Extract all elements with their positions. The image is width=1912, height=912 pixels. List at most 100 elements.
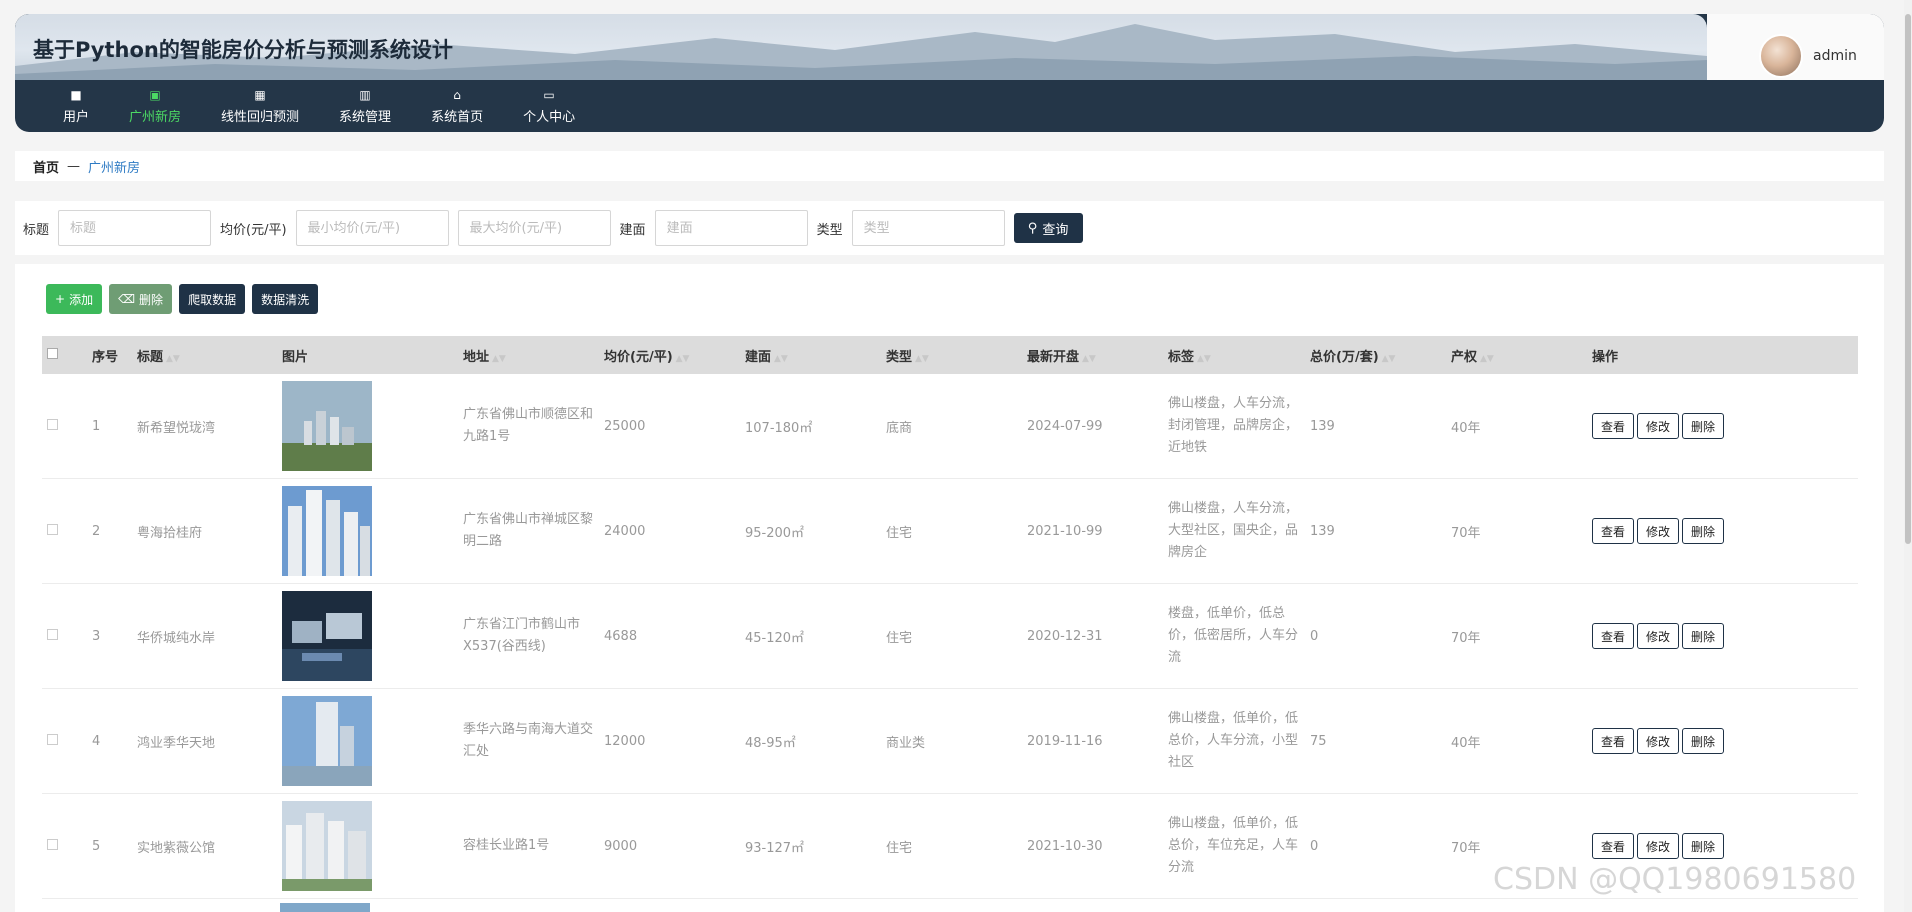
add-button[interactable]: + 添加 bbox=[46, 284, 103, 314]
row-checkbox[interactable] bbox=[47, 523, 58, 535]
sort-icon[interactable]: ▲▼ bbox=[1382, 354, 1396, 364]
sort-icon[interactable]: ▲▼ bbox=[774, 354, 788, 364]
col-header-area[interactable]: 建面 ▲▼ bbox=[745, 346, 886, 365]
col-header-type[interactable]: 类型 ▲▼ bbox=[886, 346, 1027, 365]
sort-icon[interactable]: ▲▼ bbox=[676, 354, 690, 364]
sort-icon[interactable]: ▲▼ bbox=[1197, 354, 1211, 364]
sort-icon[interactable]: ▲▼ bbox=[1082, 354, 1096, 364]
add-button-label: 添加 bbox=[69, 292, 94, 307]
edit-button[interactable]: 修改 bbox=[1637, 518, 1680, 544]
sort-icon[interactable]: ▲▼ bbox=[492, 354, 506, 364]
action-toolbar: + 添加 ⌫ 删除 爬取数据 数据清洗 bbox=[46, 284, 319, 314]
row-price: 9000 bbox=[604, 838, 638, 854]
house-photo[interactable] bbox=[282, 801, 372, 891]
row-total: 139 bbox=[1310, 523, 1335, 539]
col-header-address[interactable]: 地址 ▲▼ bbox=[463, 346, 604, 365]
username[interactable]: admin bbox=[1813, 48, 1857, 64]
col-header-opening[interactable]: 最新开盘 ▲▼ bbox=[1027, 346, 1168, 365]
nav-item-profile[interactable]: ▭ 个人中心 bbox=[503, 80, 595, 132]
view-button[interactable]: 查看 bbox=[1592, 728, 1635, 754]
col-header-total[interactable]: 总价(万/套) ▲▼ bbox=[1310, 346, 1451, 365]
row-opening: 2024-07-99 bbox=[1027, 418, 1103, 434]
col-header-address-label: 地址 bbox=[463, 349, 490, 365]
user-area[interactable]: admin bbox=[1759, 34, 1857, 78]
col-header-tags-label: 标签 bbox=[1168, 349, 1195, 365]
header-banner: 基于Python的智能房价分析与预测系统设计 bbox=[15, 14, 1707, 80]
row-no: 5 bbox=[92, 838, 101, 854]
main-nav: ■ 用户 ▣ 广州新房 ▦ 线性回归预测 ▥ 系统管理 ⌂ 系统首页 ▭ 个人中… bbox=[15, 80, 1884, 132]
nav-item-guangzhou-new-houses[interactable]: ▣ 广州新房 bbox=[109, 80, 201, 132]
avatar[interactable] bbox=[1759, 34, 1803, 78]
house-photo[interactable] bbox=[282, 381, 372, 471]
row-tags: 佛山楼盘，人车分流，封闭管理，品牌房企，近地铁 bbox=[1168, 396, 1299, 455]
min-price-input[interactable] bbox=[295, 210, 449, 246]
edit-button[interactable]: 修改 bbox=[1637, 413, 1680, 439]
app-header: 基于Python的智能房价分析与预测系统设计 admin ■ 用户 ▣ 广州新房… bbox=[15, 14, 1884, 132]
sort-icon[interactable]: ▲▼ bbox=[915, 354, 929, 364]
row-checkbox[interactable] bbox=[47, 628, 58, 640]
query-button-label: 查询 bbox=[1042, 222, 1069, 238]
scrollbar-thumb[interactable] bbox=[1905, 14, 1911, 544]
edit-button[interactable]: 修改 bbox=[1637, 728, 1680, 754]
house-photo-partial[interactable] bbox=[280, 903, 370, 912]
edit-button[interactable]: 修改 bbox=[1637, 833, 1680, 859]
col-header-tags[interactable]: 标签 ▲▼ bbox=[1168, 346, 1310, 365]
delete-button[interactable]: 删除 bbox=[1682, 413, 1725, 439]
price-filter-label: 均价(元/平) bbox=[220, 222, 287, 238]
row-type: 住宅 bbox=[886, 525, 913, 541]
col-header-property-right[interactable]: 产权 ▲▼ bbox=[1451, 346, 1592, 365]
title-filter-input[interactable] bbox=[58, 210, 212, 246]
table-row: 2 粤海拾桂府 广东省佛山市禅城区黎明二路 24000 95-200㎡ 住宅 2… bbox=[42, 479, 1858, 584]
col-header-title[interactable]: 标题 ▲▼ bbox=[137, 346, 282, 365]
batch-delete-button[interactable]: ⌫ 删除 bbox=[109, 284, 173, 314]
type-filter-input[interactable] bbox=[851, 210, 1005, 246]
row-property-right: 70年 bbox=[1451, 840, 1481, 856]
row-property-right: 40年 bbox=[1451, 420, 1481, 436]
house-table: 序号 标题 ▲▼ 图片 地址 ▲▼ 均价(元/平) ▲▼ 建面 ▲▼ 类型 ▲▼ 最新开盘… bbox=[42, 336, 1858, 899]
crawl-data-button[interactable]: 爬取数据 bbox=[179, 284, 246, 314]
row-checkbox[interactable] bbox=[47, 838, 58, 850]
nav-item-users[interactable]: ■ 用户 bbox=[43, 80, 109, 132]
select-all-checkbox[interactable] bbox=[47, 347, 58, 359]
row-no: 1 bbox=[92, 418, 101, 434]
area-filter-input[interactable] bbox=[654, 210, 808, 246]
breadcrumb-home[interactable]: 首页 bbox=[33, 157, 59, 176]
col-header-price[interactable]: 均价(元/平) ▲▼ bbox=[604, 346, 745, 365]
sort-icon[interactable]: ▲▼ bbox=[166, 354, 180, 364]
row-checkbox[interactable] bbox=[47, 418, 58, 430]
breadcrumb: 首页 — 广州新房 bbox=[15, 151, 1884, 181]
nav-item-system-home[interactable]: ⌂ 系统首页 bbox=[411, 80, 503, 132]
delete-button[interactable]: 删除 bbox=[1682, 833, 1725, 859]
col-header-no: 序号 bbox=[92, 349, 119, 365]
view-button[interactable]: 查看 bbox=[1592, 623, 1635, 649]
house-photo[interactable] bbox=[282, 591, 372, 681]
row-property-right: 40年 bbox=[1451, 735, 1481, 751]
batch-delete-label: 删除 bbox=[139, 292, 164, 307]
query-button[interactable]: ⚲ 查询 bbox=[1013, 213, 1083, 243]
delete-button[interactable]: 删除 bbox=[1682, 728, 1725, 754]
edit-button[interactable]: 修改 bbox=[1637, 623, 1680, 649]
row-tags: 楼盘，低单价，低总价，低密居所，人车分流 bbox=[1168, 606, 1299, 665]
delete-button[interactable]: 删除 bbox=[1682, 518, 1725, 544]
sort-icon[interactable]: ▲▼ bbox=[1480, 354, 1494, 364]
search-bar: 标题 均价(元/平) 建面 类型 ⚲ 查询 bbox=[15, 201, 1884, 255]
view-button[interactable]: 查看 bbox=[1592, 413, 1635, 439]
house-photo[interactable] bbox=[282, 696, 372, 786]
max-price-input[interactable] bbox=[457, 210, 611, 246]
nav-item-system-management[interactable]: ▥ 系统管理 bbox=[319, 80, 411, 132]
row-tags: 佛山楼盘，人车分流，大型社区，国央企，品牌房企 bbox=[1168, 501, 1299, 560]
clean-data-button[interactable]: 数据清洗 bbox=[252, 284, 319, 314]
col-header-operations: 操作 bbox=[1592, 349, 1619, 365]
delete-button[interactable]: 删除 bbox=[1682, 623, 1725, 649]
nav-item-linear-regression[interactable]: ▦ 线性回归预测 bbox=[201, 80, 319, 132]
col-header-total-label: 总价(万/套) bbox=[1310, 349, 1379, 365]
house-photo[interactable] bbox=[282, 486, 372, 576]
row-checkbox[interactable] bbox=[47, 733, 58, 745]
row-price: 4688 bbox=[604, 628, 638, 644]
row-type: 住宅 bbox=[886, 630, 913, 646]
row-address: 季华六路与南海大道交汇处 bbox=[463, 722, 594, 759]
view-button[interactable]: 查看 bbox=[1592, 833, 1635, 859]
row-total: 0 bbox=[1310, 628, 1319, 644]
nav-label: 线性回归预测 bbox=[221, 109, 300, 125]
view-button[interactable]: 查看 bbox=[1592, 518, 1635, 544]
